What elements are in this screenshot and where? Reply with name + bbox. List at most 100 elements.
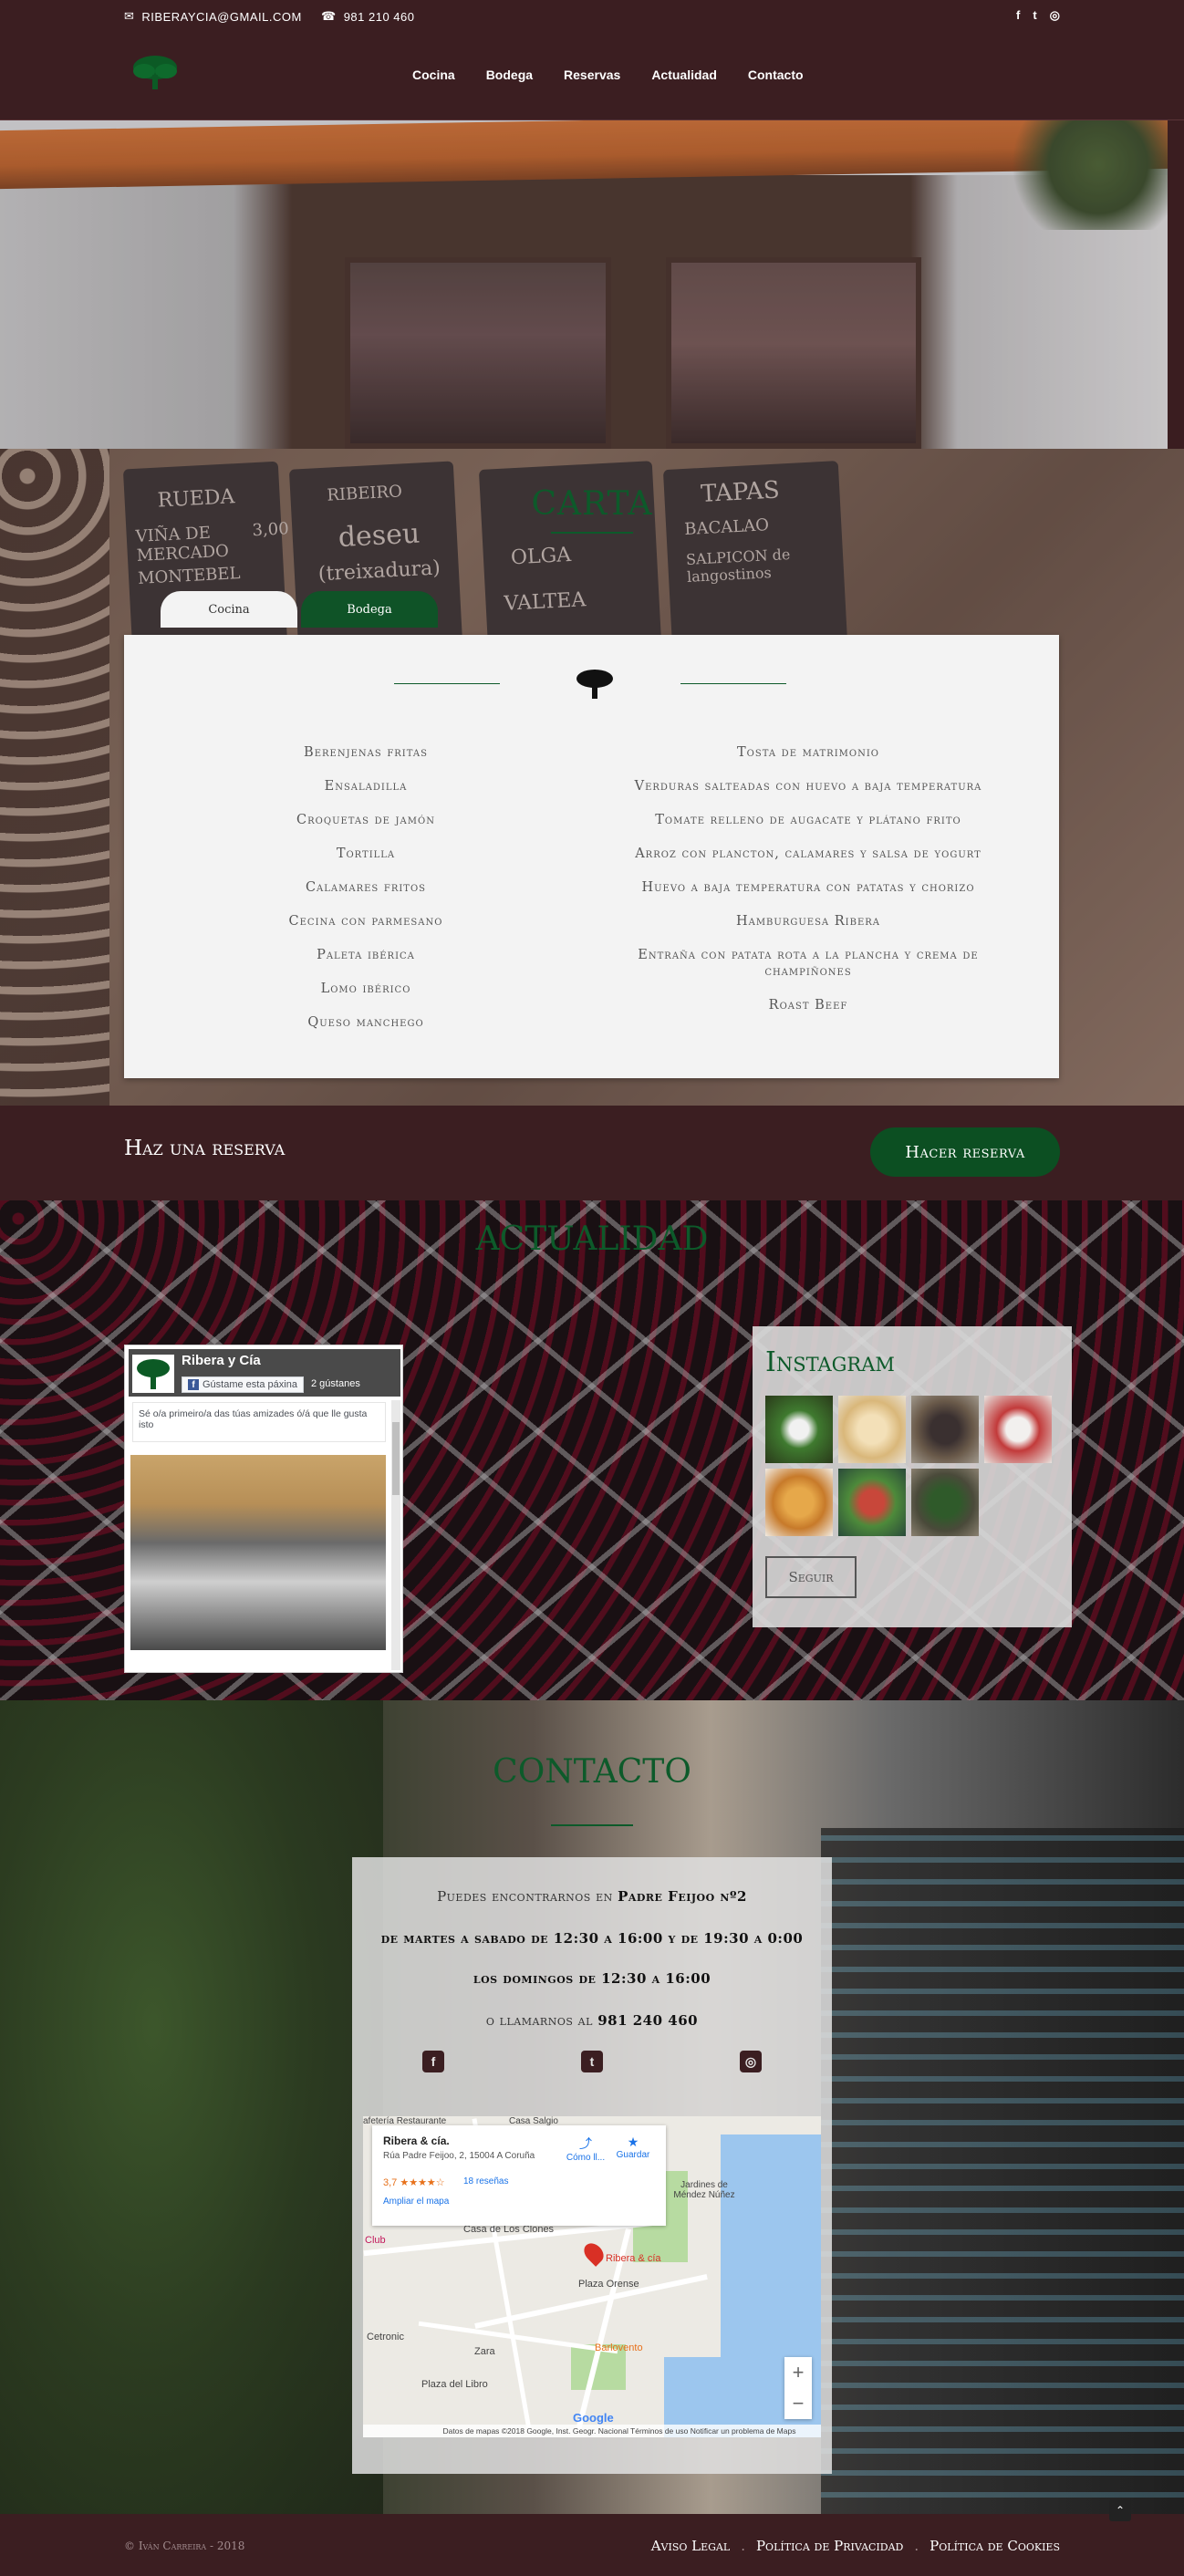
dish-item: Lomo ibérico bbox=[320, 982, 411, 996]
map-reviews-link[interactable]: 18 reseñas bbox=[463, 2176, 508, 2186]
zoom-out-button[interactable]: − bbox=[784, 2388, 812, 2419]
social-links: f t ◎ bbox=[1016, 8, 1060, 23]
zoom-in-button[interactable]: + bbox=[784, 2357, 812, 2388]
twitter-icon[interactable]: t bbox=[1033, 8, 1036, 23]
nav-reservas[interactable]: Reservas bbox=[564, 68, 620, 82]
map-pin-icon[interactable] bbox=[580, 2239, 608, 2267]
contacto-title: CONTACTO bbox=[493, 1753, 691, 1791]
page-avatar[interactable] bbox=[132, 1355, 174, 1393]
tree-icon bbox=[576, 670, 613, 699]
aviso-legal-link[interactable]: Aviso Legal bbox=[651, 2538, 730, 2554]
instagram-icon[interactable]: ◎ bbox=[740, 2051, 762, 2072]
envelope-icon: ✉ bbox=[124, 9, 135, 23]
dish-item: Tosta de matrimonio bbox=[737, 745, 879, 760]
navbar: Cocina Bodega Reservas Actualidad Contac… bbox=[0, 33, 1184, 120]
dish-item: Tortilla bbox=[336, 847, 396, 861]
instagram-thumb[interactable] bbox=[838, 1396, 906, 1463]
phone-icon: ☎ bbox=[321, 9, 337, 23]
facebook-icon[interactable]: f bbox=[422, 2051, 444, 2072]
email-text: RIBERAYCIA@GMAIL.COM bbox=[141, 9, 302, 24]
phone-contact[interactable]: ☎ 981 210 460 bbox=[321, 9, 415, 24]
instagram-thumb[interactable] bbox=[765, 1469, 833, 1536]
facebook-scrollbar[interactable] bbox=[391, 1400, 400, 1670]
copyright: © Iván Carreira - 2018 bbox=[124, 2540, 245, 2552]
instagram-thumb[interactable] bbox=[984, 1396, 1052, 1463]
like-label: Gústame esta páxina bbox=[203, 1379, 297, 1390]
directions-icon: ⤴ bbox=[579, 2136, 592, 2151]
nav-actualidad[interactable]: Actualidad bbox=[651, 68, 717, 82]
dish-item: Entraña con patata rota a la plancha y c… bbox=[638, 948, 979, 979]
instagram-follow-button[interactable]: Seguir bbox=[765, 1556, 857, 1598]
dish-item: Ensaladilla bbox=[324, 779, 408, 794]
facebook-post-photo[interactable] bbox=[130, 1455, 386, 1650]
carta-section: RUEDA VIÑA DE MERCADO 3,00 MONTEBEL RIBE… bbox=[0, 449, 1184, 1106]
cookies-link[interactable]: Política de Cookies bbox=[930, 2538, 1060, 2554]
hours-sunday-text: los domingos de 12:30 a 16:00 bbox=[473, 1970, 711, 1987]
dish-item: Queso manchego bbox=[307, 1015, 424, 1030]
footer: © Iván Carreira - 2018 Aviso Legal . Pol… bbox=[0, 2514, 1184, 2576]
nav-contacto[interactable]: Contacto bbox=[748, 68, 804, 82]
call-us-text: o llamarnos al bbox=[485, 2012, 593, 2029]
dish-item: Hamburguesa Ribera bbox=[735, 914, 881, 929]
twitter-icon[interactable]: t bbox=[581, 2051, 603, 2072]
like-count: 2 gústanes bbox=[311, 1378, 360, 1389]
tab-cocina[interactable]: Cocina bbox=[161, 591, 297, 628]
divider-left bbox=[394, 683, 500, 684]
star-icon: ★ bbox=[627, 2135, 639, 2149]
instagram-icon[interactable]: ◎ bbox=[1050, 8, 1060, 23]
instagram-thumb[interactable] bbox=[838, 1469, 906, 1536]
logo-tree-icon[interactable] bbox=[130, 53, 181, 93]
instagram-thumb[interactable] bbox=[765, 1396, 833, 1463]
facebook-header: Ribera y Cía f Gústame esta páxina 2 gús… bbox=[129, 1349, 400, 1397]
email-contact[interactable]: ✉ RIBERAYCIA@GMAIL.COM bbox=[124, 9, 302, 24]
back-to-top-button[interactable]: ⌃ bbox=[1109, 2499, 1131, 2521]
hacer-reserva-button[interactable]: Hacer reserva bbox=[870, 1127, 1060, 1177]
map-enlarge-link[interactable]: Ampliar el mapa bbox=[383, 2197, 449, 2207]
carta-title-block: CARTA bbox=[0, 485, 1184, 534]
contact-social-icons: f t ◎ bbox=[352, 2051, 832, 2072]
dish-item: Croquetas de jamón bbox=[296, 813, 435, 827]
separator: . bbox=[741, 2538, 745, 2554]
map-label: Plaza Orense bbox=[578, 2279, 639, 2290]
menu-card: Berenjenas fritas Ensaladilla Croquetas de… bbox=[124, 635, 1059, 1078]
contact-box: Puedes encontrarnos en Padre Feijoo nº2 … bbox=[352, 1857, 832, 2474]
google-map[interactable]: Casa de Los Clones Plaza Orense Ribera &… bbox=[363, 2116, 821, 2437]
map-place-card: Ribera & cía. Rúa Padre Feijoo, 2, 15004… bbox=[372, 2125, 666, 2226]
facebook-widget[interactable]: Ribera y Cía f Gústame esta páxina 2 gús… bbox=[124, 1345, 403, 1673]
nav-bodega[interactable]: Bodega bbox=[486, 68, 533, 82]
facebook-icon[interactable]: f bbox=[1016, 8, 1020, 23]
contact-phone[interactable]: 981 240 460 bbox=[597, 2012, 698, 2029]
top-bar: ✉ RIBERAYCIA@GMAIL.COM ☎ 981 210 460 f t… bbox=[0, 0, 1184, 33]
map-directions-button[interactable]: ⤴ Cómo ll... bbox=[564, 2135, 608, 2163]
map-label: Cetronic bbox=[367, 2332, 404, 2342]
dish-item: Cecina con parmesano bbox=[288, 914, 443, 929]
reserva-band: Haz una reserva Hacer reserva bbox=[0, 1106, 1184, 1200]
find-us-text: Puedes encontrarnos en bbox=[437, 1888, 613, 1905]
hours-week-text: de martes a sabado de 12:30 a 16:00 y de… bbox=[380, 1930, 804, 1947]
dish-item: Calamares fritos bbox=[305, 880, 427, 895]
instagram-thumb[interactable] bbox=[911, 1469, 979, 1536]
separator: . bbox=[914, 2538, 919, 2554]
address-text: Padre Feijoo nº2 bbox=[618, 1888, 747, 1905]
footer-links: Aviso Legal . Política de Privacidad . P… bbox=[651, 2538, 1060, 2554]
map-rating: 3,7 ★★★★☆ bbox=[383, 2177, 445, 2188]
hours-week: de martes a sabado de 12:30 a 16:00 y de… bbox=[352, 1930, 832, 1947]
facebook-like-button[interactable]: f Gústame esta páxina bbox=[182, 1376, 304, 1393]
divider-right bbox=[680, 683, 786, 684]
dish-item: Huevo a baja temperatura con patatas y c… bbox=[641, 880, 975, 895]
instagram-title: Instagram bbox=[765, 1346, 895, 1378]
nav-cocina[interactable]: Cocina bbox=[412, 68, 455, 82]
reserva-text: Haz una reserva bbox=[124, 1137, 286, 1160]
facebook-small-icon: f bbox=[188, 1379, 199, 1390]
map-save-button[interactable]: ★ Guardar bbox=[611, 2135, 655, 2160]
facebook-page-name[interactable]: Ribera y Cía bbox=[182, 1353, 261, 1368]
save-label: Guardar bbox=[616, 2150, 650, 2160]
title-underline bbox=[551, 532, 633, 534]
chevron-up-icon: ⌃ bbox=[1115, 2504, 1126, 2517]
map-label: Ribera & cía bbox=[606, 2253, 661, 2264]
tab-bodega[interactable]: Bodega bbox=[301, 591, 438, 628]
privacidad-link[interactable]: Política de Privacidad bbox=[756, 2538, 903, 2554]
instagram-thumb[interactable] bbox=[911, 1396, 979, 1463]
actualidad-title: ACTUALIDAD bbox=[475, 1220, 709, 1258]
main-nav: Cocina Bodega Reservas Actualidad Contac… bbox=[412, 68, 804, 82]
